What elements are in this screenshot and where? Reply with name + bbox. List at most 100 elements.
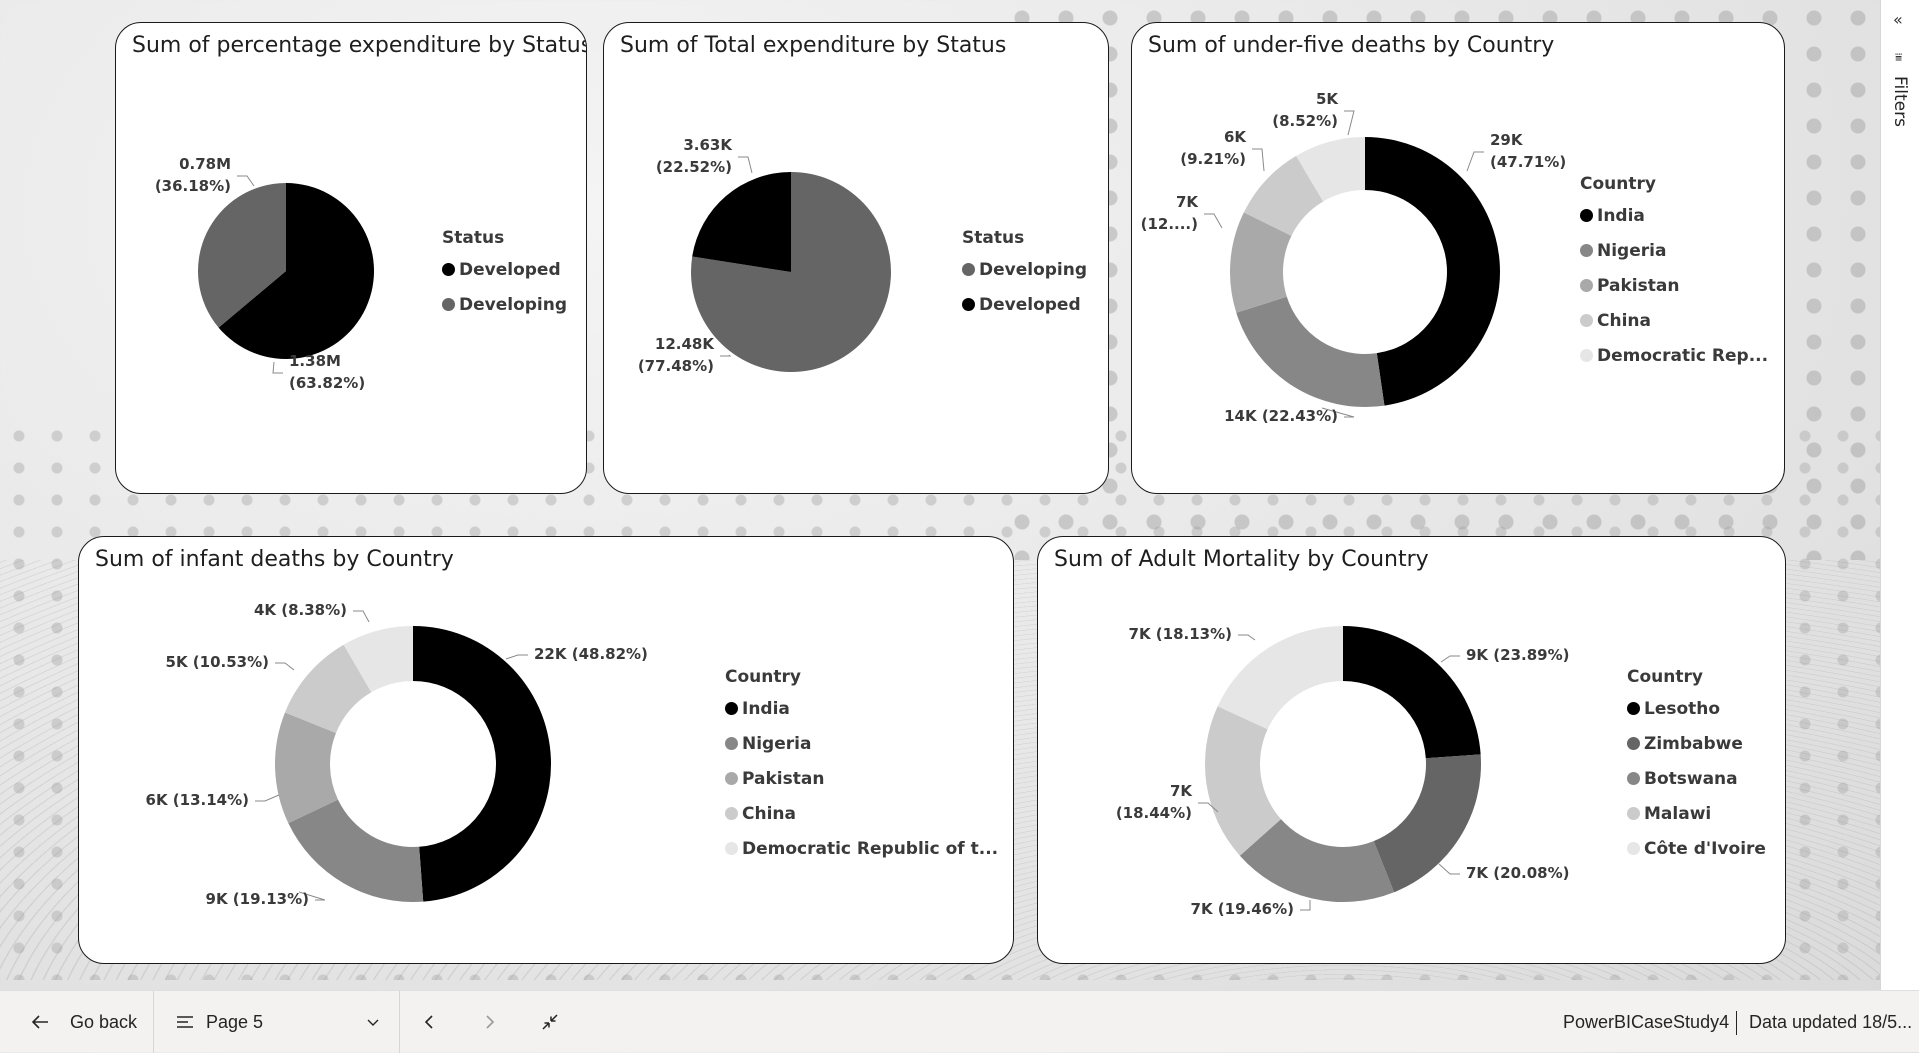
collapse-arrows-icon [542, 1014, 558, 1030]
data-label-text: (9.21%) [1180, 150, 1246, 168]
previous-page-button[interactable] [422, 991, 436, 1053]
data-label-text: 9K (19.13%) [206, 890, 309, 908]
data-label: 7K (12....) [1141, 193, 1223, 233]
legend-item[interactable]: Côte d'Ivoire [1627, 831, 1766, 866]
chart-card[interactable]: Sum of under-five deaths by Country 29K(… [1131, 22, 1785, 494]
legend-item[interactable]: Zimbabwe [1627, 726, 1766, 761]
data-label: 6K (13.14%) [146, 791, 280, 809]
data-label: 3.63K (22.52%) [656, 136, 753, 176]
chart-legend: Country Lesotho Zimbabwe Botswana Malawi Côte… [1627, 667, 1766, 866]
footer-divider [153, 991, 154, 1053]
slice-nigeria[interactable] [1236, 296, 1385, 407]
footer-divider [399, 991, 400, 1053]
legend-item[interactable]: Pakistan [725, 761, 998, 796]
data-label: 5K (8.52%) [1272, 90, 1355, 136]
fit-to-page-button[interactable] [541, 991, 559, 1053]
legend-label: China [742, 803, 796, 824]
data-label-text: (63.82%) [289, 374, 365, 392]
slice-c-te-d-ivoire[interactable] [1217, 626, 1343, 730]
legend-item[interactable]: China [725, 796, 998, 831]
double-chevron-left-icon[interactable]: « [1893, 10, 1903, 29]
chevron-left-icon [424, 1015, 433, 1029]
legend-item[interactable]: Botswana [1627, 761, 1766, 796]
data-label: 29K (47.71%) [1466, 131, 1566, 172]
legend-item[interactable]: Nigeria [1580, 233, 1768, 268]
data-label-text: 5K (10.53%) [166, 653, 269, 671]
legend-item[interactable]: India [1580, 198, 1768, 233]
slice-india[interactable] [413, 626, 552, 902]
data-label-text: 7K (19.46%) [1191, 900, 1294, 918]
legend-label: Developed [979, 294, 1081, 315]
data-label-text: (22.52%) [656, 158, 732, 176]
data-label-text: 7K (20.08%) [1466, 864, 1569, 882]
data-label-text: 7K [1176, 193, 1199, 211]
data-label: 14K (22.43%) [1224, 407, 1355, 425]
data-label-text: 7K (18.13%) [1129, 625, 1232, 643]
data-label-text: 6K [1224, 128, 1247, 146]
chart-card[interactable]: Sum of percentage expenditure by Status … [115, 22, 587, 494]
chart-legend: Status Developed Developing [442, 228, 567, 322]
current-page-label: Page 5 [206, 1011, 264, 1032]
legend-item[interactable]: India [725, 691, 998, 726]
legend-item[interactable]: Developing [442, 287, 567, 322]
legend-item[interactable]: Malawi [1627, 796, 1766, 831]
data-label: 7K (18.44%) [1116, 782, 1219, 822]
legend-marker-icon [442, 263, 455, 276]
legend-marker-icon [1580, 279, 1593, 292]
data-label-text: 5K [1316, 90, 1339, 108]
legend-label: Developed [459, 259, 561, 280]
slice-lesotho[interactable] [1343, 626, 1481, 759]
legend-item[interactable]: Developed [962, 287, 1087, 322]
legend-item[interactable]: Developing [962, 252, 1087, 287]
legend-label: Developing [459, 294, 568, 315]
chevron-down-icon [367, 1019, 379, 1026]
filters-label[interactable]: Filters [1890, 76, 1910, 127]
legend-title: Status [962, 228, 1025, 248]
legend-label: Nigeria [742, 733, 812, 754]
data-label-text: (12....) [1141, 215, 1198, 233]
legend-label: Developing [979, 259, 1088, 280]
data-label-text: (77.48%) [638, 357, 714, 375]
legend-label: Lesotho [1644, 698, 1721, 719]
slice-nigeria[interactable] [288, 799, 424, 902]
legend-label: India [1597, 205, 1645, 226]
chart-card[interactable]: Sum of infant deaths by Country 22K (48.… [78, 536, 1014, 964]
data-label-text: 14K (22.43%) [1224, 407, 1338, 425]
legend-item[interactable]: Democratic Rep... [1580, 338, 1768, 373]
chart-card[interactable]: Sum of Total expenditure by Status 12.48… [603, 22, 1109, 494]
legend-label: Zimbabwe [1644, 733, 1743, 754]
legend-label: Nigeria [1597, 240, 1667, 261]
list-icon [177, 1016, 193, 1028]
legend-marker-icon [962, 263, 975, 276]
data-label: 6K (9.21%) [1180, 128, 1265, 172]
report-name: PowerBICaseStudy4 [1563, 1011, 1730, 1032]
data-label-text: (36.18%) [155, 177, 231, 195]
legend-item[interactable]: Lesotho [1627, 691, 1766, 726]
legend-item[interactable]: China [1580, 303, 1768, 338]
legend-item[interactable]: Nigeria [725, 726, 998, 761]
legend-label: Côte d'Ivoire [1644, 838, 1766, 859]
data-label-text: (18.44%) [1116, 804, 1192, 822]
data-label: 4K (8.38%) [254, 601, 370, 623]
legend-marker-icon [725, 702, 738, 715]
go-back-button[interactable]: Go back [30, 991, 137, 1053]
next-page-button[interactable] [483, 991, 497, 1053]
data-label-text: 1.38M [289, 352, 341, 370]
filters-pane[interactable]: « ⩸ Filters [1880, 0, 1919, 990]
legend-item[interactable]: Democratic Republic of t... [725, 831, 998, 866]
data-label-text: 7K [1170, 782, 1193, 800]
slice-india[interactable] [1365, 137, 1500, 406]
go-back-label: Go back [70, 1011, 138, 1032]
legend-marker-icon [1627, 807, 1640, 820]
page-selector[interactable]: Page 5 [176, 991, 380, 1053]
chart-card[interactable]: Sum of Adult Mortality by Country 9K (23… [1037, 536, 1786, 964]
slice-zimbabwe[interactable] [1373, 754, 1481, 893]
slice-developed[interactable] [692, 172, 791, 272]
legend-title: Status [442, 228, 505, 248]
legend-item[interactable]: Pakistan [1580, 268, 1768, 303]
legend-item[interactable]: Developed [442, 252, 567, 287]
legend-marker-icon [725, 842, 738, 855]
legend-title: Country [1580, 174, 1656, 194]
chart-legend: Status Developing Developed [962, 228, 1087, 322]
legend-marker-icon [1580, 209, 1593, 222]
